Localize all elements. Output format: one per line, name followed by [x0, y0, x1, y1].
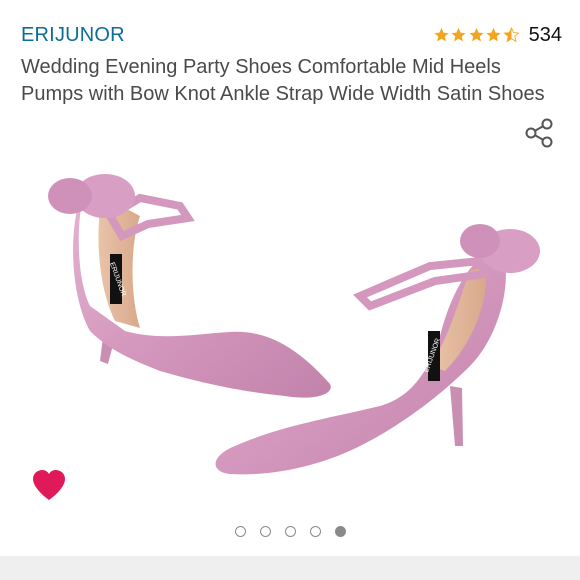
- rating-count: 534: [528, 24, 562, 46]
- star-icon: [434, 27, 449, 41]
- bottom-bar: [0, 556, 580, 580]
- carousel-dot[interactable]: [284, 526, 296, 537]
- brand-link[interactable]: ERIJUNOR: [21, 24, 125, 47]
- rating-summary[interactable]: 534: [433, 24, 562, 47]
- carousel-dot[interactable]: [234, 526, 246, 537]
- carousel-dot[interactable]: [309, 526, 321, 537]
- carousel-indicators: [0, 526, 580, 537]
- star-icon: [486, 27, 501, 41]
- star-icon: [451, 27, 466, 41]
- star-rating: [433, 26, 521, 46]
- share-icon[interactable]: [522, 116, 556, 150]
- product-image[interactable]: ERIJUNOR ERIJUNOR: [30, 156, 550, 496]
- carousel-dot[interactable]: [259, 526, 271, 537]
- carousel-dot-active[interactable]: [334, 526, 346, 537]
- left-shoe: ERIJUNOR: [48, 174, 331, 398]
- product-title: Wedding Evening Party Shoes Comfortable …: [21, 56, 545, 105]
- half-star-icon: [503, 26, 520, 42]
- heart-icon[interactable]: [30, 468, 68, 502]
- star-icon: [469, 27, 484, 41]
